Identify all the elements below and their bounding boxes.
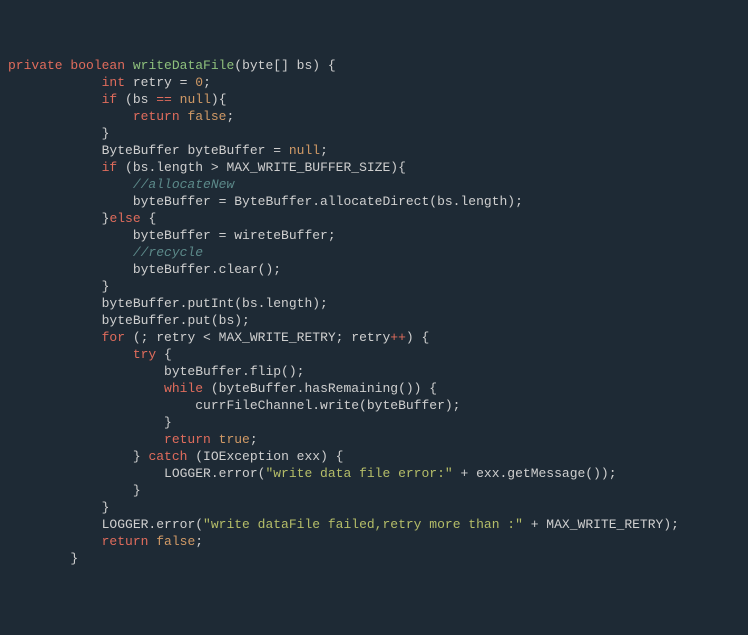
- semi: ;: [320, 143, 328, 158]
- null-literal: null: [180, 92, 211, 107]
- false-literal: false: [187, 109, 226, 124]
- text: (; retry < MAX_WRITE_RETRY; retry: [125, 330, 390, 345]
- text: {: [156, 347, 172, 362]
- keyword-private: private: [8, 58, 63, 73]
- text: + MAX_WRITE_RETRY);: [523, 517, 679, 532]
- brace: }: [102, 279, 110, 294]
- semicolon: ;: [226, 109, 234, 124]
- text: byteBuffer = wireteBuffer;: [133, 228, 336, 243]
- text: ){: [211, 92, 227, 107]
- comment: //recycle: [133, 245, 203, 260]
- code-block: private boolean writeDataFile(byte[] bs)…: [8, 57, 740, 567]
- text: + exx.getMessage());: [453, 466, 617, 481]
- text: byteBuffer.putInt(bs.length);: [102, 296, 328, 311]
- code-line: //allocateNew: [8, 177, 234, 192]
- code-line: }: [8, 483, 141, 498]
- text: byteBuffer.flip();: [164, 364, 304, 379]
- code-line: ByteBuffer byteBuffer = null;: [8, 143, 328, 158]
- brace: }: [164, 415, 172, 430]
- text: [172, 92, 180, 107]
- semicolon: ;: [195, 534, 203, 549]
- keyword-for: for: [102, 330, 125, 345]
- false-literal: false: [156, 534, 195, 549]
- keyword-if: if: [102, 92, 118, 107]
- code-line: }else {: [8, 211, 156, 226]
- text: byteBuffer = ByteBuffer.allocateDirect(b…: [133, 194, 523, 209]
- comment: //allocateNew: [133, 177, 234, 192]
- code-line: } catch (IOException exx) {: [8, 449, 343, 464]
- code-line: if (bs == null){: [8, 92, 227, 107]
- string-literal: "write dataFile failed,retry more than :…: [203, 517, 523, 532]
- text: (IOException exx) {: [187, 449, 343, 464]
- brace: }: [102, 500, 110, 515]
- number: 0: [195, 75, 203, 90]
- code-line: byteBuffer.putInt(bs.length);: [8, 296, 328, 311]
- text: {: [141, 211, 157, 226]
- params: (byte[] bs) {: [234, 58, 335, 73]
- code-line: LOGGER.error("write data file error:" + …: [8, 466, 617, 481]
- true-literal: true: [219, 432, 250, 447]
- code-line: }: [8, 500, 109, 515]
- code-line: }: [8, 551, 78, 566]
- method-name: writeDataFile: [133, 58, 234, 73]
- code-line: byteBuffer = ByteBuffer.allocateDirect(b…: [8, 194, 523, 209]
- code-line: //recycle: [8, 245, 203, 260]
- code-line: }: [8, 415, 172, 430]
- code-line: while (byteBuffer.hasRemaining()) {: [8, 381, 437, 396]
- text: (byteBuffer.hasRemaining()) {: [203, 381, 437, 396]
- code-line: return true;: [8, 432, 258, 447]
- code-line: private boolean writeDataFile(byte[] bs)…: [8, 58, 336, 73]
- code-line: try {: [8, 347, 172, 362]
- brace: }: [133, 449, 149, 464]
- code-line: LOGGER.error("write dataFile failed,retr…: [8, 517, 679, 532]
- code-line: for (; retry < MAX_WRITE_RETRY; retry++)…: [8, 330, 429, 345]
- keyword-boolean: boolean: [70, 58, 125, 73]
- code-line: if (bs.length > MAX_WRITE_BUFFER_SIZE){: [8, 160, 406, 175]
- semicolon: ;: [250, 432, 258, 447]
- code-line: currFileChannel.write(byteBuffer);: [8, 398, 460, 413]
- keyword-catch: catch: [148, 449, 187, 464]
- operator-inc: ++: [390, 330, 406, 345]
- code-line: byteBuffer.flip();: [8, 364, 304, 379]
- keyword-else: else: [109, 211, 140, 226]
- keyword-try: try: [133, 347, 156, 362]
- text: currFileChannel.write(byteBuffer);: [195, 398, 460, 413]
- code-line: }: [8, 279, 109, 294]
- brace: }: [133, 483, 141, 498]
- code-line: byteBuffer.put(bs);: [8, 313, 250, 328]
- operator-eq: ==: [156, 92, 172, 107]
- keyword-int: int: [102, 75, 125, 90]
- string-literal: "write data file error:": [265, 466, 452, 481]
- null-literal: null: [289, 143, 320, 158]
- text: [211, 432, 219, 447]
- text: byteBuffer.put(bs);: [102, 313, 250, 328]
- code-line: byteBuffer.clear();: [8, 262, 281, 277]
- text: ByteBuffer byteBuffer =: [102, 143, 289, 158]
- code-line: int retry = 0;: [8, 75, 211, 90]
- keyword-if: if: [102, 160, 118, 175]
- keyword-while: while: [164, 381, 203, 396]
- text: byteBuffer.clear();: [133, 262, 281, 277]
- code-line: }: [8, 126, 109, 141]
- code-line: return false;: [8, 534, 203, 549]
- text: ) {: [406, 330, 429, 345]
- text: LOGGER.error(: [164, 466, 265, 481]
- semicolon: ;: [203, 75, 211, 90]
- keyword-return: return: [102, 534, 149, 549]
- text: (bs.length > MAX_WRITE_BUFFER_SIZE){: [117, 160, 406, 175]
- code-line: return false;: [8, 109, 234, 124]
- code-line: byteBuffer = wireteBuffer;: [8, 228, 336, 243]
- brace: }: [102, 126, 110, 141]
- keyword-return: return: [133, 109, 180, 124]
- text: retry =: [125, 75, 195, 90]
- brace: }: [70, 551, 78, 566]
- text: (bs: [117, 92, 156, 107]
- text: LOGGER.error(: [102, 517, 203, 532]
- keyword-return: return: [164, 432, 211, 447]
